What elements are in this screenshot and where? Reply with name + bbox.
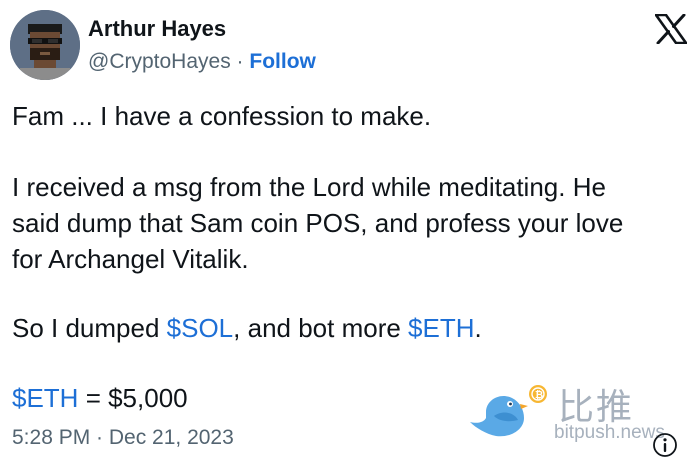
author-handle-row: @CryptoHayes · Follow xyxy=(88,50,316,74)
author-name[interactable]: Arthur Hayes xyxy=(88,16,226,42)
tweet-card: Arthur Hayes @CryptoHayes · Follow Fam .… xyxy=(0,0,700,465)
tweet-line-6: $ETH = $5,000 xyxy=(12,380,188,416)
text-segment: So I dumped xyxy=(12,313,167,343)
text-segment: . xyxy=(474,313,482,343)
watermark-brand: 比推 xyxy=(558,387,635,428)
author-handle[interactable]: @CryptoHayes xyxy=(88,50,231,73)
follow-button[interactable]: Follow xyxy=(249,50,316,73)
pixel-avatar-icon xyxy=(10,10,80,80)
svg-text:₿: ₿ xyxy=(535,389,543,401)
bird-logo-icon: ₿ xyxy=(470,385,547,437)
cashtag-sol-link[interactable]: $SOL xyxy=(167,313,234,343)
info-icon[interactable] xyxy=(652,432,678,458)
tweet-line-4: for Archangel Vitalik. xyxy=(12,244,249,274)
cashtag-eth-link[interactable]: $ETH xyxy=(408,313,474,343)
cashtag-eth-link[interactable]: $ETH xyxy=(12,383,78,413)
separator-dot: · xyxy=(230,50,250,73)
tweet-line-5: So I dumped $SOL, and bot more $ETH. xyxy=(12,310,482,346)
x-logo-icon[interactable] xyxy=(655,14,687,44)
tweet-line-3: said dump that Sam coin POS, and profess… xyxy=(12,208,624,238)
watermark-url: bitpush.news xyxy=(554,422,665,443)
tweet-timestamp[interactable]: 5:28 PM · Dec 21, 2023 xyxy=(12,426,234,450)
tweet-line-2: I received a msg from the Lord while med… xyxy=(12,172,606,202)
text-segment: , and bot more xyxy=(233,313,409,343)
text-segment: = $5,000 xyxy=(78,383,188,413)
author-avatar[interactable] xyxy=(10,10,80,80)
tweet-line-1: Fam ... I have a confession to make. xyxy=(12,101,432,131)
